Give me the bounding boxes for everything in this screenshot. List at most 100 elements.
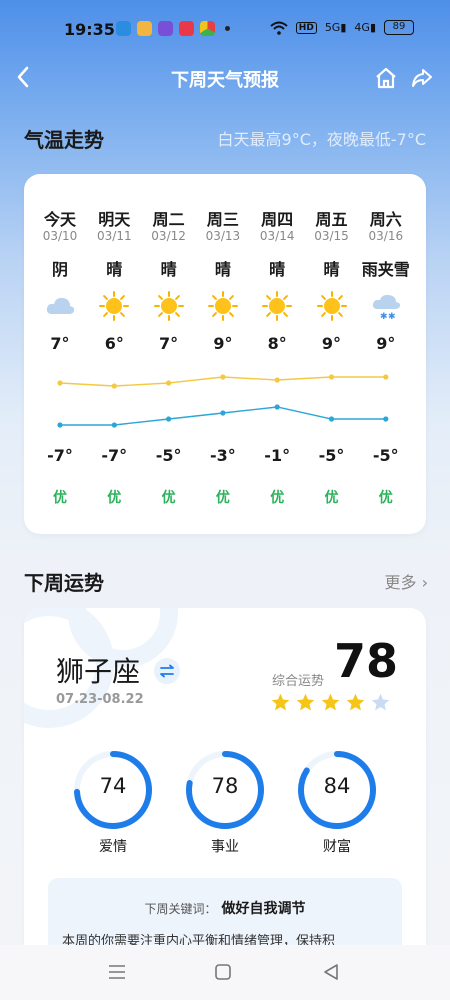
overall-fortune-label: 综合运势 [272, 674, 325, 689]
high-temp-point [166, 380, 172, 386]
day-high-temp: 6° [104, 334, 124, 353]
day-condition: 雨夹雪 [361, 260, 410, 279]
low-temp-point [111, 422, 117, 428]
day-name: 明天 [98, 210, 131, 229]
day-date: 03/14 [259, 229, 295, 243]
weekly-forecast-card: 今天 03/10 阴 7° -7° 优 明天 03/11 晴 6° -7° 优 … [24, 174, 426, 534]
star-filled-icon [321, 693, 340, 711]
day-air-quality: 优 [378, 490, 393, 506]
day-name: 周三 [206, 210, 239, 229]
day-date: 03/13 [205, 229, 241, 243]
high-temp-point [274, 377, 280, 383]
chevron-right-icon: › [421, 573, 428, 592]
day-condition: 晴 [160, 260, 177, 279]
svg-text:✱: ✱ [380, 312, 388, 322]
star-filled-icon [346, 693, 365, 711]
low-temp-point [383, 416, 389, 422]
day-high-temp: 9° [376, 334, 396, 353]
day-low-temp: -5° [155, 446, 182, 465]
day-date: 03/11 [97, 229, 132, 243]
status-bar: 19:35 HD 5G▮ 4G▮ 89 [0, 0, 450, 56]
high-temp-point [383, 374, 389, 380]
sunny-icon [98, 290, 130, 322]
keyword-label: 下周关键词： [144, 902, 217, 916]
hd-icon: HD [295, 21, 317, 34]
fortune-card: 狮子座 07.23-08.22 综合运势 78 74 爱情 78 事业 84 财富 下… [24, 608, 426, 1000]
day-air-quality: 优 [161, 490, 176, 506]
switch-sign-icon[interactable] [154, 658, 180, 684]
sunny-icon [207, 290, 239, 322]
notification-icons [116, 21, 230, 36]
day-air-quality: 优 [107, 490, 122, 506]
day-high-temp: 9° [213, 334, 233, 353]
day-condition: 晴 [323, 260, 340, 279]
day-air-quality: 优 [215, 490, 230, 506]
day-low-temp: -5° [318, 446, 345, 465]
day-low-temp: -7° [47, 446, 73, 465]
app-notification-icon [116, 21, 131, 36]
wifi-icon [270, 21, 288, 35]
day-condition: 晴 [214, 260, 231, 279]
day-low-temp: -1° [264, 446, 291, 465]
day-air-quality: 优 [324, 490, 339, 506]
weekly-fortune-title: 下周运势 [24, 571, 104, 595]
day-high-temp: 7° [159, 334, 179, 353]
star-filled-icon [271, 693, 290, 711]
star-rating [270, 692, 391, 713]
low-temp-point [57, 422, 63, 428]
zodiac-date-range: 07.23-08.22 [56, 692, 144, 707]
more-notifications-icon [225, 26, 230, 31]
high-temp-point [220, 374, 226, 380]
day-air-quality: 优 [270, 490, 285, 506]
day-high-temp: 8° [267, 334, 287, 353]
day-high-temp: 9° [321, 334, 342, 353]
low-temp-point [328, 416, 335, 422]
day-condition: 阴 [51, 260, 68, 279]
temperature-chart [57, 374, 389, 428]
app-notification-icon [179, 21, 194, 36]
battery-icon: 89 [384, 20, 414, 35]
back-triangle-icon[interactable] [320, 961, 342, 983]
home-icon[interactable] [374, 66, 398, 90]
zodiac-sign-name: 狮子座 [56, 655, 141, 688]
status-time: 19:35 [64, 20, 115, 39]
sleet-icon: ✱ ✱ [370, 290, 402, 322]
day-date: 03/10 [42, 229, 78, 243]
day-condition: 晴 [269, 260, 286, 279]
high-temp-point [328, 374, 335, 380]
day-date: 03/12 [151, 229, 186, 243]
more-label: 更多 [384, 573, 417, 592]
day-low-temp: -7° [101, 446, 128, 465]
more-link[interactable]: 更多 › [384, 569, 428, 593]
cloudy-icon [44, 290, 76, 322]
gauge-label: 爱情 [99, 839, 127, 855]
high-temp-point [57, 380, 63, 386]
keyword-line: 下周关键词： 做好自我调节 [48, 898, 402, 918]
system-nav-bar [0, 945, 450, 1000]
day-date: 03/15 [314, 229, 349, 243]
svg-text:✱: ✱ [388, 312, 396, 322]
sunny-icon [316, 290, 348, 322]
day-condition: 晴 [106, 260, 123, 279]
high-temp-point [111, 383, 117, 389]
system-icons: HD 5G▮ 4G▮ 89 [270, 20, 414, 35]
gauge-value: 84 [323, 774, 351, 798]
signal-4g-icon: 4G▮ [354, 21, 376, 34]
nav-bar: 下周天气预报 [0, 56, 450, 100]
temperature-trend-title: 气温走势 [24, 128, 104, 152]
share-icon[interactable] [410, 66, 434, 90]
home-square-icon[interactable] [212, 961, 234, 983]
gauge-value: 78 [211, 774, 239, 798]
star-empty-icon [371, 693, 390, 711]
sunny-icon [261, 290, 293, 322]
day-low-temp: -5° [372, 446, 399, 465]
day-name: 周二 [152, 210, 185, 229]
menu-icon[interactable] [106, 961, 128, 983]
day-high-temp: 7° [50, 334, 70, 353]
signal-5g-icon: 5G▮ [324, 21, 347, 34]
day-air-quality: 优 [53, 490, 67, 506]
day-name: 今天 [43, 210, 76, 229]
low-temp-line [60, 406, 386, 426]
day-date: 03/16 [368, 229, 404, 243]
gauge-label: 事业 [211, 839, 239, 855]
